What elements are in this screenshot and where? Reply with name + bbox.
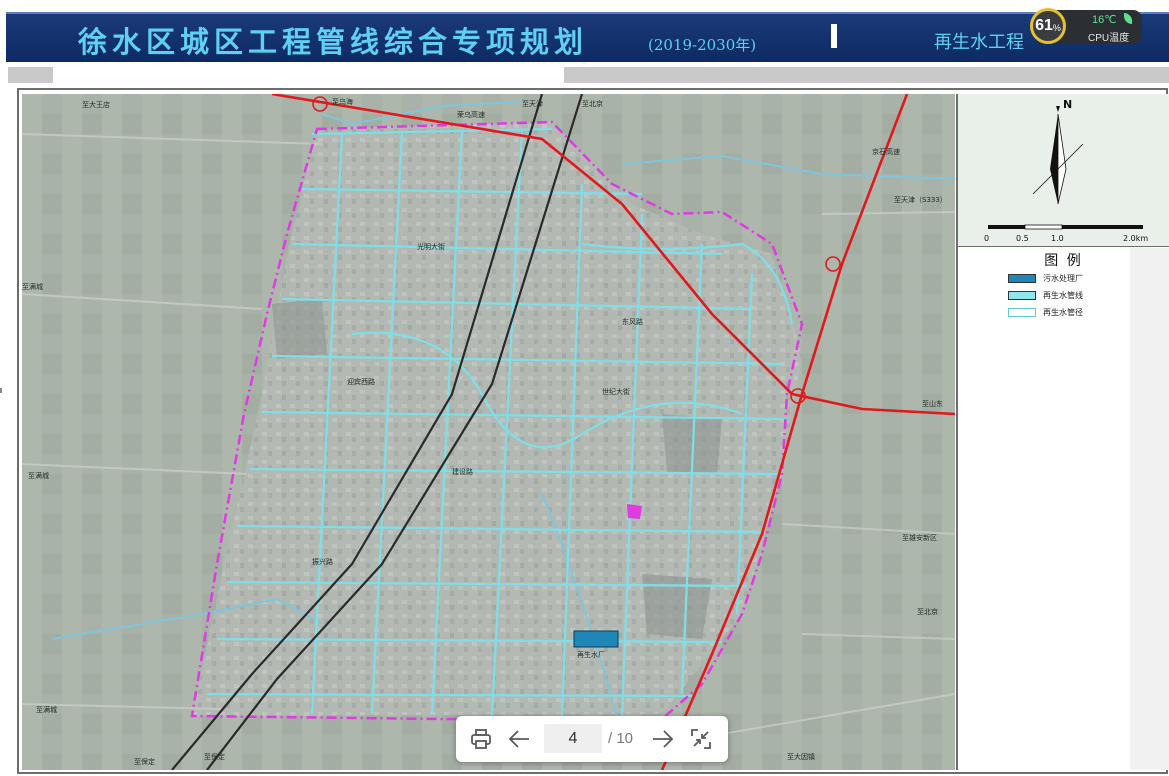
label-jiangcheng-road: 建设路 <box>452 467 473 476</box>
legend-item-pipe-diameter: 再生水管径 <box>1008 306 1083 318</box>
cpu-usage-ring: 61% <box>1030 8 1066 44</box>
banner-title: 徐水区城区工程管线综合专项规划 <box>78 25 589 59</box>
scale-label-2: 1.0 <box>1051 234 1064 243</box>
label-to-beijing-top: 至北京 <box>582 99 603 108</box>
label-to-tianjin: 至天津 <box>522 100 543 108</box>
map-canvas: 至大王店 至乌海 荣乌高速 至天津 至北京 至天津（S333） 京石高速 至满城… <box>22 94 955 770</box>
label-road-b: 振兴路 <box>312 557 333 566</box>
scale-label-0: 0 <box>984 234 990 243</box>
top-strip <box>0 0 1169 10</box>
printer-icon <box>471 729 491 749</box>
previous-page-button[interactable] <box>505 725 533 753</box>
legend-swatch-pipeline <box>1008 290 1036 300</box>
next-page-button[interactable] <box>649 725 677 753</box>
industrial-block <box>272 299 327 359</box>
wastewater-plant[interactable] <box>573 630 619 648</box>
toolbar-tab-left[interactable] <box>8 67 53 83</box>
label-wastewater-plant: 再生水厂 <box>577 650 605 659</box>
legend-swatch-diameter <box>1008 307 1036 317</box>
toolbar-tab-right[interactable] <box>564 67 1169 83</box>
label-to-xiongan: 至雄安新区 <box>902 533 937 542</box>
label-beijing-shijiazhuang-highway: 京石高速 <box>872 147 900 156</box>
label-rongwu-highway: 荣乌高速 <box>457 110 485 119</box>
label-to-baoding-lower: 至保定 <box>204 752 225 761</box>
label-to-beijing-right: 至北京 <box>917 607 938 616</box>
legend-item-wastewater-plant: 污水处理厂 <box>1008 272 1083 284</box>
label-shixian-road: 世纪大街 <box>602 387 630 396</box>
legend-item-pipeline: 再生水管线 <box>1008 289 1083 301</box>
label-to-baoding: 至保定 <box>134 757 155 766</box>
label-guangming-road: 光明大街 <box>417 242 445 251</box>
industrial-block <box>642 574 712 639</box>
compass-box: N 0 0.5 1.0 2.0km <box>958 94 1169 247</box>
toolbar-strip <box>6 65 1169 85</box>
print-button[interactable] <box>467 725 495 753</box>
cpu-usage-value: 61 <box>1035 17 1053 34</box>
planning-map[interactable]: 至大王店 至乌海 荣乌高速 至天津 至北京 至天津（S333） 京石高速 至满城… <box>22 94 955 770</box>
north-arrow-icon: N <box>988 98 1143 230</box>
cpu-usage-percent-sign: % <box>1052 23 1061 33</box>
banner-years: (2019-2030年) <box>648 36 757 54</box>
arrow-right-icon <box>653 730 674 748</box>
label-to-tianjin-s333: 至天津（S333） <box>894 196 947 204</box>
label-to-mancheng-upper: 至满城 <box>22 282 43 291</box>
label-to-dawangdian: 至大王店 <box>82 100 110 109</box>
legend-label-pipeline: 再生水管线 <box>1043 290 1083 300</box>
page-navigator: / 10 <box>456 716 728 762</box>
page-number-input[interactable] <box>544 724 602 753</box>
label-to-dayinzhen: 至大因镇 <box>787 752 815 761</box>
page-total: / 10 <box>608 730 634 747</box>
label-road-a: 东风路 <box>622 317 643 326</box>
fullscreen-button[interactable] <box>687 725 715 753</box>
title-banner: 徐水区城区工程管线综合专项规划 (2019-2030年) 再生水工程 <box>6 12 1169 62</box>
legend-margin <box>1130 248 1169 770</box>
legend-swatch-plant <box>1008 273 1036 283</box>
scale-label-3: 2.0km <box>1123 234 1149 243</box>
banner-sheet-title: 再生水工程 <box>934 32 1024 53</box>
label-to-mancheng-middle: 至满城 <box>28 471 49 480</box>
scale-label-1: 0.5 <box>1016 234 1029 243</box>
banner-divider <box>831 24 837 48</box>
fullscreen-exit-icon <box>691 729 711 749</box>
label-xinyi-road: 迎宾西路 <box>347 377 375 386</box>
cpu-monitor-widget[interactable]: 61% 16℃ CPU温度 <box>1030 8 1142 46</box>
legend-panel: N 0 0.5 1.0 2.0km 图 例 污水处理厂 再生水管线 再生水管径 <box>956 94 1169 770</box>
label-to-shandong: 至山东 <box>922 399 943 408</box>
arrow-left-icon <box>508 730 529 748</box>
north-label: N <box>1063 98 1072 111</box>
cpu-temperature-label: CPU温度 <box>1088 33 1130 44</box>
cpu-temperature: 16℃ <box>1092 14 1117 26</box>
legend-title: 图 例 <box>1044 253 1083 269</box>
label-to-wuhai: 至乌海 <box>332 97 353 106</box>
legend-label-diameter: 再生水管径 <box>1043 307 1083 317</box>
legend-label-plant: 污水处理厂 <box>1043 273 1083 283</box>
marked-site <box>627 504 642 519</box>
edge-marker <box>0 388 2 393</box>
label-to-mancheng-lower: 至满城 <box>36 705 57 714</box>
